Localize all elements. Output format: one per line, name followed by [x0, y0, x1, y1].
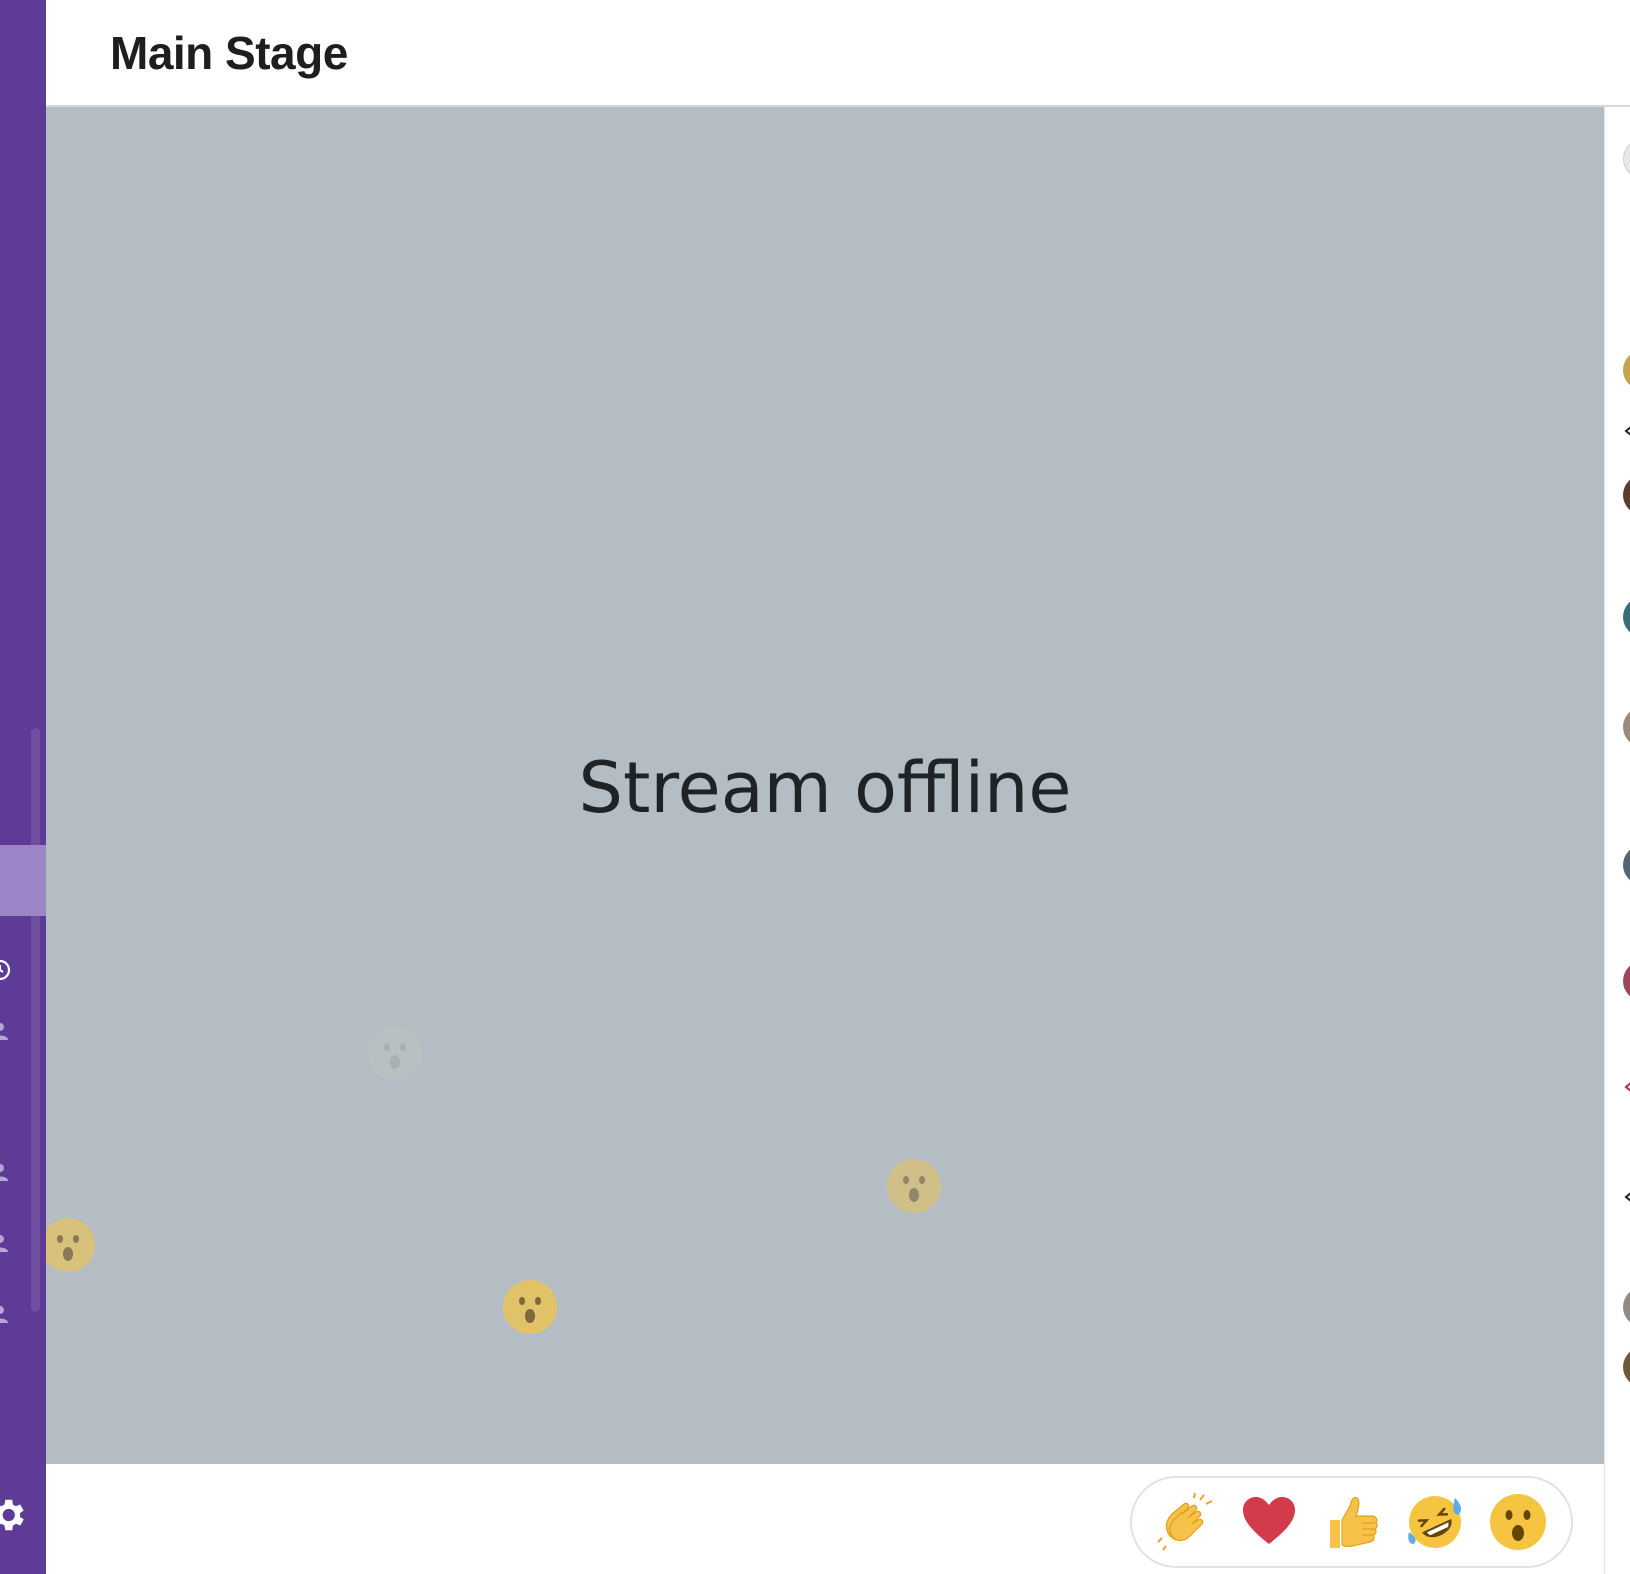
clapping-hands-icon	[1156, 1492, 1212, 1551]
avatar[interactable]	[1623, 350, 1630, 390]
avatar[interactable]	[1623, 961, 1630, 1001]
chevron-left-icon[interactable]	[1622, 424, 1630, 438]
avatar[interactable]	[1623, 475, 1630, 515]
app-window: Main Stage Stream offline	[0, 0, 1630, 1574]
heart-icon	[1242, 1497, 1295, 1544]
surprised-face-icon	[503, 1280, 557, 1334]
sidebar-item-active[interactable]	[0, 845, 46, 916]
reaction-bar	[46, 1464, 1604, 1574]
surprised-face-icon	[1489, 1494, 1546, 1550]
avatar[interactable]	[1623, 1347, 1630, 1387]
avatar[interactable]	[1623, 597, 1630, 637]
clock-icon[interactable]	[0, 958, 12, 982]
people-icon[interactable]	[0, 1019, 12, 1043]
avatar[interactable]	[1623, 707, 1630, 747]
avatar[interactable]	[1623, 845, 1630, 885]
surprised-face-icon	[368, 1026, 422, 1080]
wow-reaction-button[interactable]	[1486, 1490, 1550, 1554]
avatar[interactable]	[1623, 139, 1630, 179]
reaction-picker	[1130, 1476, 1573, 1568]
people-icon[interactable]	[0, 1160, 12, 1184]
heart-reaction-button[interactable]	[1237, 1490, 1301, 1554]
surprised-face-icon	[887, 1159, 941, 1213]
page-header: Main Stage	[46, 0, 1630, 107]
gear-icon[interactable]	[0, 1494, 28, 1536]
people-icon[interactable]	[0, 1302, 12, 1326]
stream-status-text: Stream offline	[578, 747, 1072, 829]
clap-reaction-button[interactable]	[1154, 1490, 1218, 1554]
avatar[interactable]	[1623, 1287, 1630, 1327]
thumbs-up-reaction-button[interactable]	[1320, 1490, 1384, 1554]
attendee-list-panel	[1604, 107, 1630, 1574]
stream-stage: Stream offline	[46, 107, 1604, 1464]
rolling-laughing-icon	[1407, 1496, 1461, 1548]
people-icon[interactable]	[0, 1231, 12, 1255]
chevron-left-icon[interactable]	[1622, 1080, 1630, 1094]
left-sidebar	[0, 0, 46, 1574]
chevron-left-icon[interactable]	[1622, 1190, 1630, 1204]
laugh-reaction-button[interactable]	[1403, 1490, 1467, 1554]
thumbs-up-icon	[1329, 1496, 1378, 1548]
sidebar-scrollbar[interactable]	[31, 728, 40, 1312]
surprised-face-icon	[46, 1218, 95, 1272]
page-title: Main Stage	[110, 27, 348, 79]
